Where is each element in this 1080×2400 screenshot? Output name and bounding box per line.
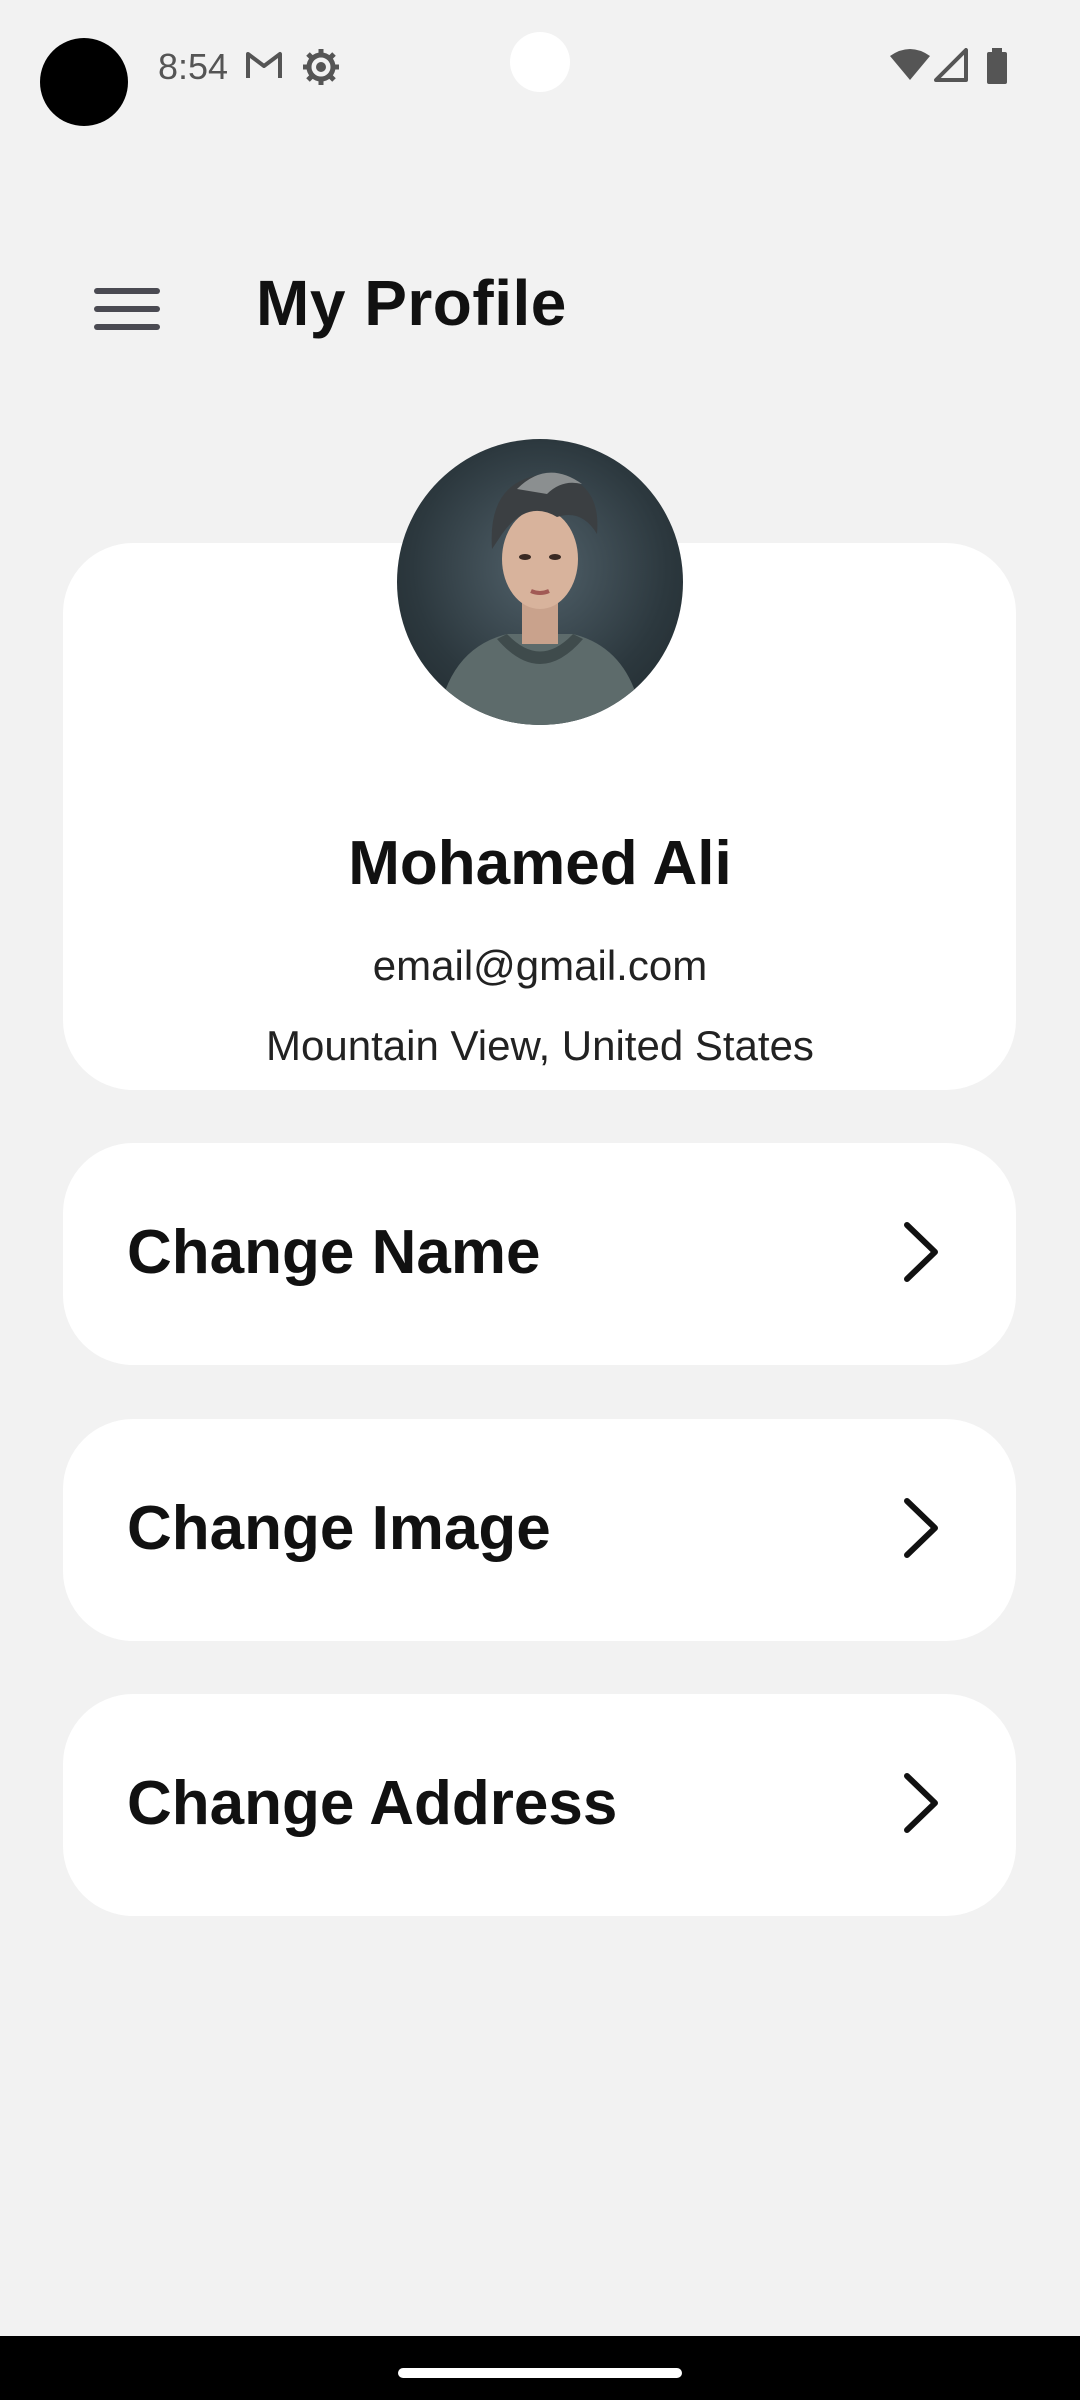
battery-icon	[987, 48, 1007, 84]
change-name-button[interactable]: Change Name	[63, 1143, 1016, 1365]
menu-line	[94, 324, 160, 330]
option-label: Change Address	[127, 1769, 618, 1838]
menu-line	[94, 306, 160, 312]
chevron-right-icon	[904, 1222, 938, 1282]
avatar[interactable]	[397, 439, 683, 725]
signal-icon	[934, 48, 968, 82]
option-label: Change Name	[127, 1218, 541, 1287]
gmail-icon	[246, 52, 282, 78]
settings-icon	[303, 49, 339, 85]
camera-cutout	[40, 38, 128, 126]
front-camera-hole	[510, 32, 570, 92]
home-gesture-handle[interactable]	[398, 2368, 682, 2378]
status-bar: 8:54	[0, 0, 1080, 140]
change-address-button[interactable]: Change Address	[63, 1694, 1016, 1916]
wifi-icon	[890, 49, 930, 80]
user-name: Mohamed Ali	[348, 829, 732, 898]
page-title: My Profile	[256, 267, 567, 339]
avatar-portrait	[437, 472, 643, 725]
user-location: Mountain View, United States	[266, 1022, 814, 1069]
hamburger-menu-icon[interactable]	[86, 280, 170, 340]
menu-line	[94, 288, 160, 294]
status-time: 8:54	[158, 46, 229, 87]
chevron-right-icon	[904, 1773, 938, 1833]
option-label: Change Image	[127, 1494, 551, 1563]
user-email: email@gmail.com	[372, 942, 708, 989]
chevron-right-icon	[904, 1498, 938, 1558]
change-image-button[interactable]: Change Image	[63, 1419, 1016, 1641]
